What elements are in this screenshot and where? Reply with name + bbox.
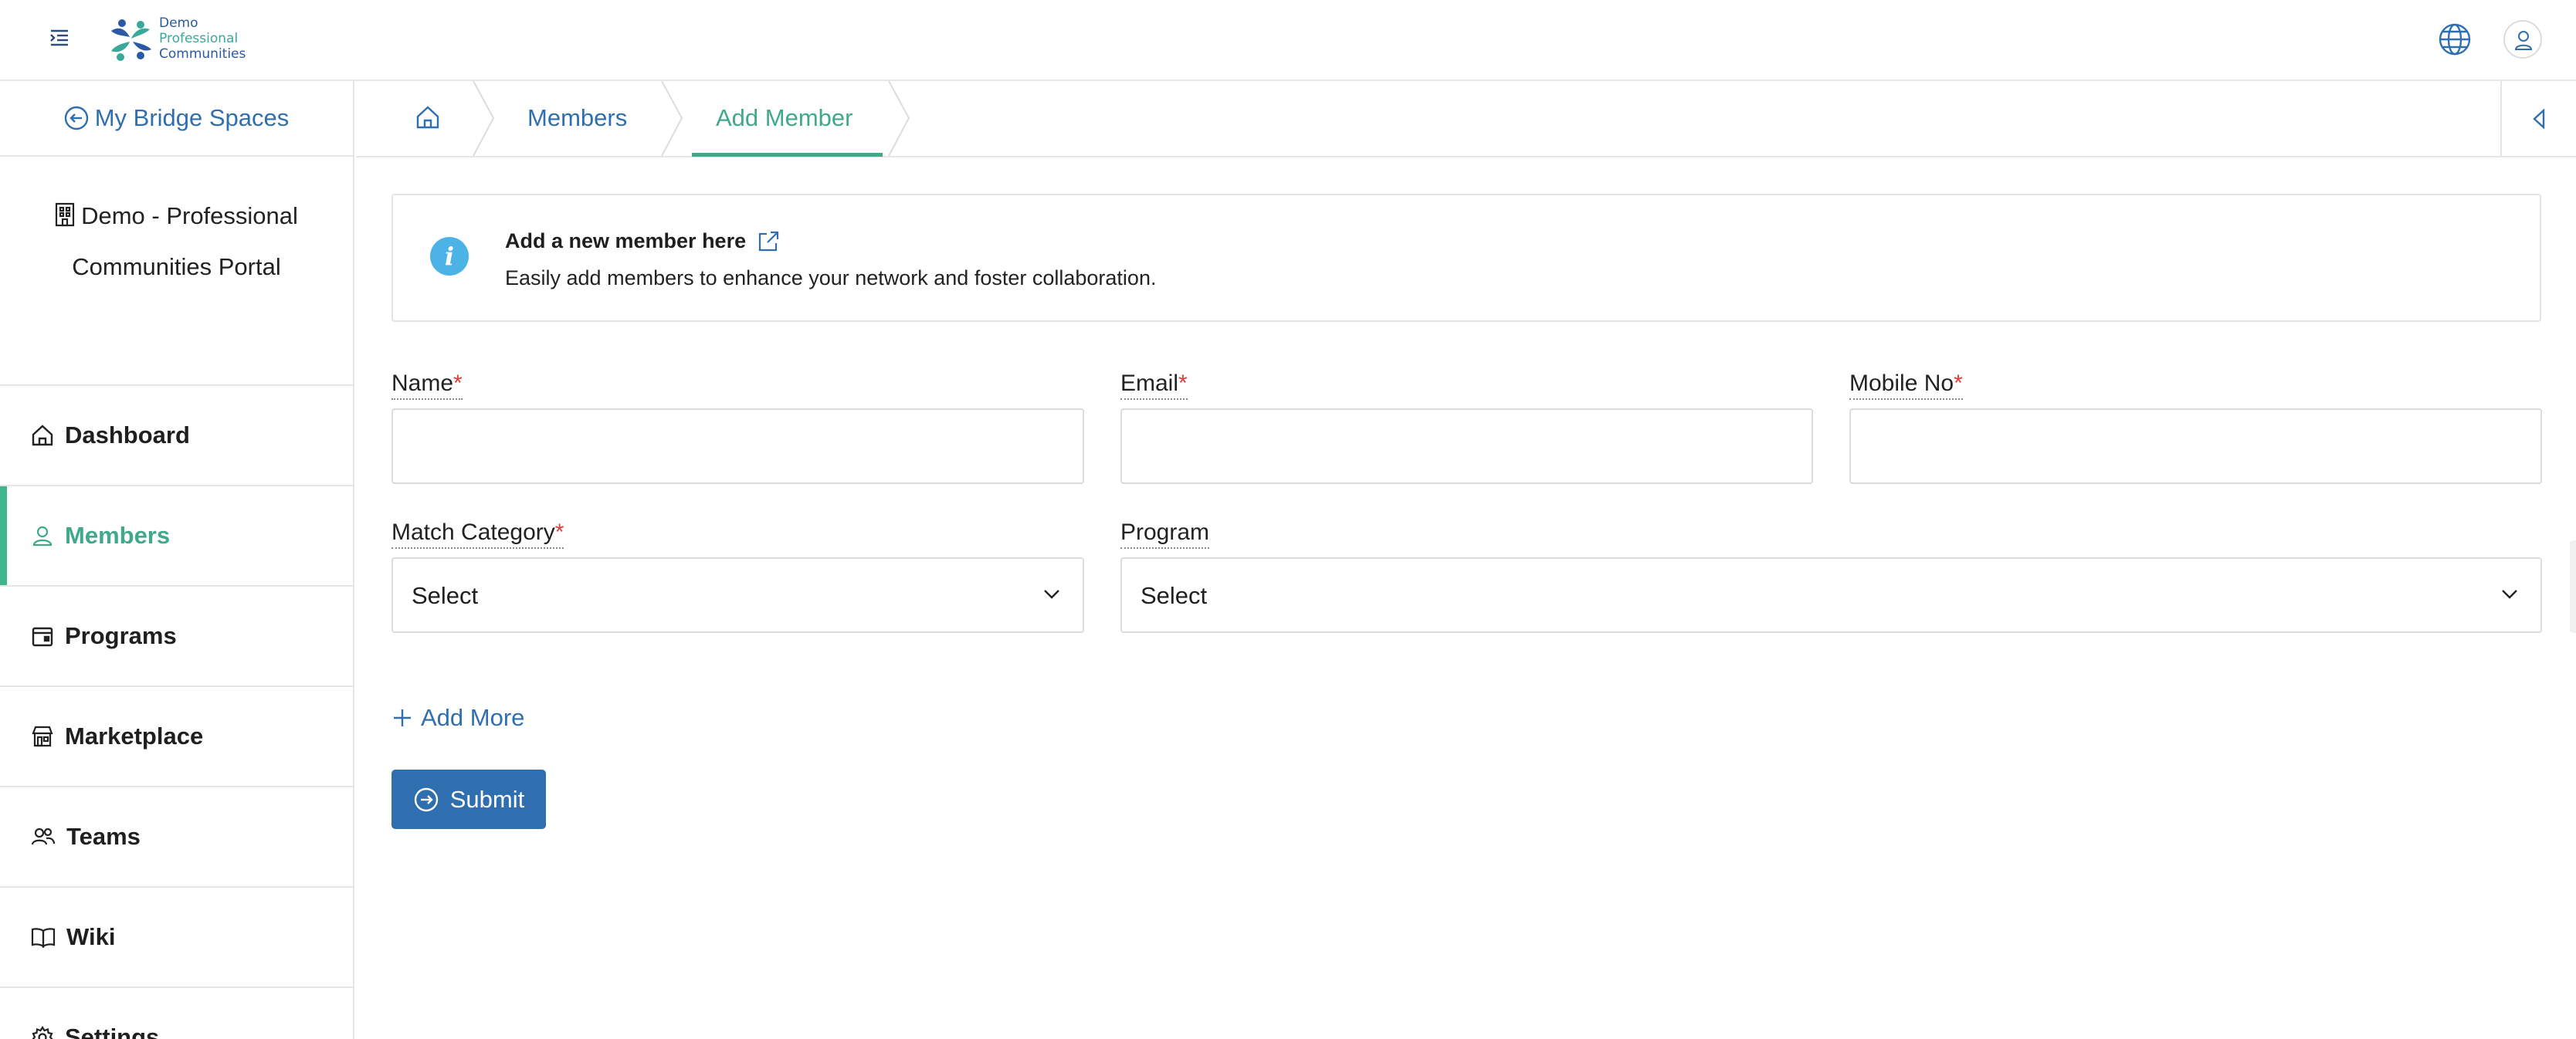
logo-mark-icon bbox=[111, 19, 151, 61]
info-title: Add a new member here bbox=[505, 229, 747, 252]
breadcrumb-home[interactable] bbox=[415, 104, 441, 134]
add-more-button[interactable]: Add More bbox=[391, 704, 524, 732]
active-tab-underline bbox=[692, 153, 883, 157]
caret-left-icon bbox=[2533, 109, 2545, 129]
chevron-down-icon bbox=[1044, 590, 1059, 599]
plus-icon bbox=[394, 709, 411, 726]
add-more-label: Add More bbox=[421, 704, 525, 731]
required-mark: * bbox=[1954, 371, 1963, 396]
sidebar-item-members[interactable]: Members bbox=[0, 486, 353, 587]
menu-toggle-icon[interactable] bbox=[48, 28, 74, 51]
breadcrumb-separator bbox=[661, 81, 683, 156]
program-label-text: Program bbox=[1120, 520, 1210, 545]
program-select[interactable]: Select bbox=[1120, 557, 2542, 633]
sidebar-item-label: Marketplace bbox=[65, 723, 204, 750]
collapse-panel-button[interactable] bbox=[2500, 81, 2576, 156]
submit-label: Submit bbox=[449, 785, 525, 813]
match-category-select[interactable]: Select bbox=[391, 557, 1084, 633]
info-icon: i bbox=[430, 237, 469, 276]
email-label: Email* bbox=[1120, 371, 1188, 400]
back-arrow-icon bbox=[64, 106, 88, 130]
calendar-icon bbox=[32, 627, 53, 647]
name-label-text: Name bbox=[391, 371, 454, 396]
name-input[interactable] bbox=[391, 408, 1084, 484]
arrow-right-circle-icon bbox=[414, 787, 438, 811]
required-mark: * bbox=[1178, 371, 1188, 396]
breadcrumb-add-member[interactable]: Add Member bbox=[716, 104, 852, 132]
team-icon bbox=[31, 827, 56, 845]
name-label: Name* bbox=[391, 371, 463, 400]
globe-icon[interactable] bbox=[2437, 22, 2473, 57]
mobile-label-text: Mobile No bbox=[1849, 371, 1954, 396]
book-icon bbox=[31, 928, 56, 949]
sidebar-item-label: Members bbox=[65, 522, 171, 549]
breadcrumb-separator bbox=[888, 81, 910, 156]
gear-icon bbox=[32, 1026, 53, 1039]
home-icon bbox=[416, 106, 439, 129]
email-label-text: Email bbox=[1120, 371, 1179, 396]
sidebar-item-teams[interactable]: Teams bbox=[0, 787, 353, 888]
back-link-label: My Bridge Spaces bbox=[94, 104, 290, 131]
sidebar-item-label: Settings bbox=[65, 1024, 160, 1039]
select-value: Select bbox=[1141, 582, 1208, 609]
sidebar-item-label: Dashboard bbox=[65, 421, 190, 448]
chevron-down-icon bbox=[2502, 590, 2517, 599]
scrollbar-handle[interactable] bbox=[2570, 540, 2576, 633]
logo[interactable]: Demo Professional Communities bbox=[107, 14, 246, 66]
user-icon bbox=[2514, 31, 2533, 50]
mobile-input[interactable] bbox=[1849, 408, 2542, 484]
breadcrumb-members[interactable]: Members bbox=[527, 104, 627, 132]
sidebar-item-settings[interactable]: Settings bbox=[0, 988, 353, 1039]
breadcrumb-separator bbox=[473, 81, 495, 156]
logo-line-2: Professional bbox=[159, 31, 239, 46]
logo-line-3: Communities bbox=[159, 46, 246, 62]
sidebar-item-label: Wiki bbox=[66, 923, 116, 950]
sidebar: My Bridge Spaces Demo - Professional Com… bbox=[0, 81, 354, 1039]
store-icon bbox=[32, 726, 53, 747]
sidebar-item-marketplace[interactable]: Marketplace bbox=[0, 687, 353, 787]
required-mark: * bbox=[453, 371, 463, 396]
breadcrumb: Members Add Member bbox=[356, 81, 2576, 157]
sidebar-item-label: Programs bbox=[65, 622, 177, 649]
match-category-label-text: Match Category bbox=[391, 520, 555, 545]
required-mark: * bbox=[554, 520, 564, 545]
sidebar-item-dashboard[interactable]: Dashboard bbox=[0, 386, 353, 486]
info-card: i Add a new member here Easily add membe… bbox=[391, 194, 2541, 322]
user-avatar-button[interactable] bbox=[2503, 20, 2542, 59]
org-name-line-2: Communities Portal bbox=[72, 253, 281, 280]
external-link-icon[interactable] bbox=[757, 230, 780, 253]
building-icon bbox=[55, 202, 75, 227]
sidebar-item-label: Teams bbox=[66, 823, 141, 850]
org-name-block: Demo - Professional Communities Portal bbox=[0, 157, 353, 386]
logo-text: Demo Professional Communities bbox=[159, 15, 246, 62]
select-value: Select bbox=[412, 582, 479, 609]
program-label: Program bbox=[1120, 520, 1210, 549]
mobile-label: Mobile No* bbox=[1849, 371, 1963, 400]
back-to-bridge-spaces-link[interactable]: My Bridge Spaces bbox=[0, 81, 353, 157]
home-icon bbox=[32, 425, 53, 446]
submit-button[interactable]: Submit bbox=[391, 770, 546, 829]
user-icon bbox=[32, 526, 53, 547]
logo-line-1: Demo bbox=[159, 15, 198, 31]
email-input[interactable] bbox=[1120, 408, 1813, 484]
sidebar-item-wiki[interactable]: Wiki bbox=[0, 888, 353, 988]
org-name-line-1: Demo - Professional bbox=[81, 202, 298, 229]
match-category-label: Match Category* bbox=[391, 520, 564, 549]
info-description: Easily add members to enhance your netwo… bbox=[505, 266, 1157, 289]
top-bar: Demo Professional Communities bbox=[0, 0, 2576, 81]
sidebar-item-programs[interactable]: Programs bbox=[0, 587, 353, 687]
